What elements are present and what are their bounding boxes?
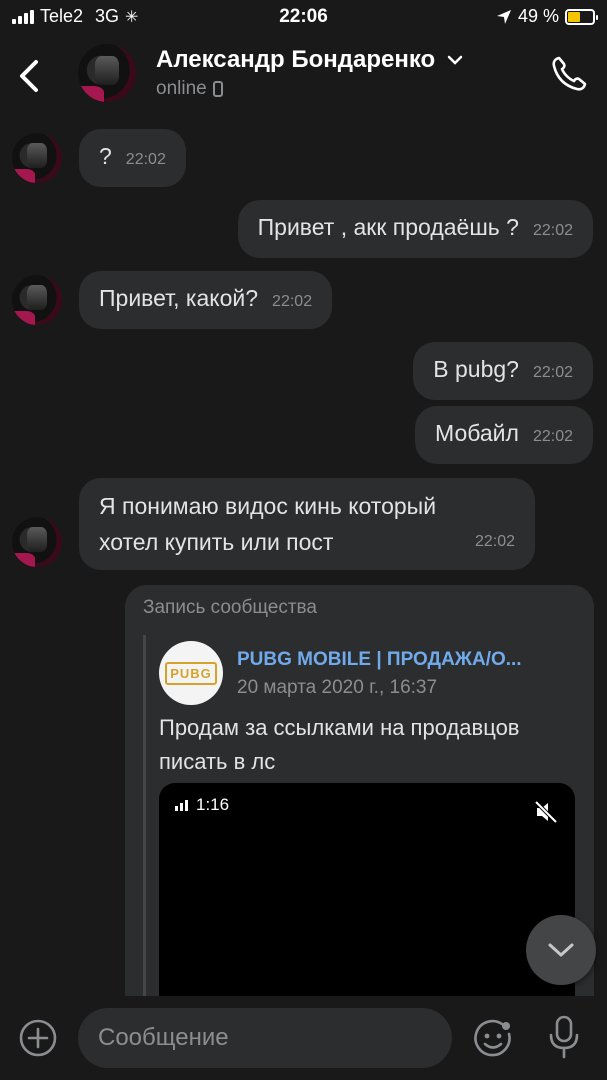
sender-avatar[interactable]	[12, 517, 62, 567]
message-bubble-out[interactable]: В pubg? 22:02	[413, 342, 593, 400]
back-chevron-icon[interactable]	[14, 56, 44, 96]
scroll-down-chevron-icon	[548, 943, 574, 957]
message-text: В pubg?	[433, 356, 519, 382]
message-bubble-out[interactable]: Мобайл 22:02	[415, 406, 593, 464]
message-time: 22:02	[125, 151, 166, 168]
message-time: 22:02	[474, 533, 515, 550]
message-time: 22:02	[532, 222, 573, 239]
phone-call-icon[interactable]	[549, 54, 589, 94]
status-bar: Tele2 3G ✳ 22:06 49 %	[0, 0, 607, 34]
contact-name-button[interactable]: Александр Бондаренко	[156, 46, 463, 74]
post-text-line: писать в лс	[159, 749, 276, 774]
video-player[interactable]: 1:16	[159, 783, 575, 1015]
microphone-icon[interactable]	[546, 1014, 582, 1060]
message-text-line: Я понимаю видос кинь который	[99, 493, 437, 519]
message-text: Привет , акк продаёшь ?	[257, 214, 519, 240]
message-composer	[0, 996, 607, 1080]
message-bubble-in[interactable]: Я понимаю видос кинь который хотел купит…	[79, 478, 535, 570]
scroll-down-button[interactable]	[526, 915, 596, 985]
message-text: ?	[99, 143, 112, 169]
message-time: 22:02	[532, 364, 573, 381]
message-time: 22:02	[272, 293, 313, 310]
video-duration: 1:16	[175, 795, 229, 815]
repost-divider	[143, 635, 146, 1015]
repost-label: Запись сообщества	[143, 597, 317, 618]
message-text-line: хотел купить или пост	[99, 529, 334, 555]
location-arrow-icon	[496, 9, 511, 24]
message-bubble-in[interactable]: Привет, какой? 22:02	[79, 271, 333, 329]
contact-avatar[interactable]	[78, 44, 136, 102]
group-logo-text: PUBG	[165, 661, 217, 685]
group-name-link[interactable]: PUBG MOBILE | ПРОДАЖА/О...	[237, 649, 567, 671]
community-repost-card[interactable]: Запись сообщества PUBG PUBG MOBILE | ПРО…	[125, 585, 594, 1015]
message-text: Мобайл	[435, 420, 519, 446]
muted-speaker-icon[interactable]	[533, 799, 559, 825]
status-right: 49 %	[496, 6, 598, 27]
post-text-line: Продам за ссылками на продавцов	[159, 715, 520, 740]
post-text: Продам за ссылками на продавцов писать в…	[159, 711, 579, 779]
message-bubble-out[interactable]: Привет , акк продаёшь ? 22:02	[237, 200, 593, 258]
message-bubble-in[interactable]: ? 22:02	[79, 129, 186, 187]
online-label: online	[156, 78, 207, 99]
message-text: Привет, какой?	[99, 285, 259, 311]
battery-icon	[565, 8, 598, 25]
chat-header: Александр Бондаренко online	[0, 34, 607, 116]
group-logo[interactable]: PUBG	[159, 641, 223, 705]
emoji-sticker-icon[interactable]	[472, 1018, 514, 1060]
message-input[interactable]	[78, 1008, 452, 1068]
sender-avatar[interactable]	[12, 133, 62, 183]
contact-name: Александр Бондаренко	[156, 46, 436, 73]
video-duration-label: 1:16	[196, 795, 230, 814]
message-time: 22:02	[532, 428, 573, 445]
sender-avatar[interactable]	[12, 275, 62, 325]
bars-icon	[175, 799, 188, 811]
mobile-device-icon	[212, 81, 223, 97]
contact-status: online	[156, 78, 223, 100]
dropdown-chevron-icon	[447, 55, 463, 65]
add-attachment-icon[interactable]	[18, 1018, 58, 1058]
battery-percent: 49 %	[517, 6, 559, 26]
post-date: 20 марта 2020 г., 16:37	[237, 677, 438, 698]
